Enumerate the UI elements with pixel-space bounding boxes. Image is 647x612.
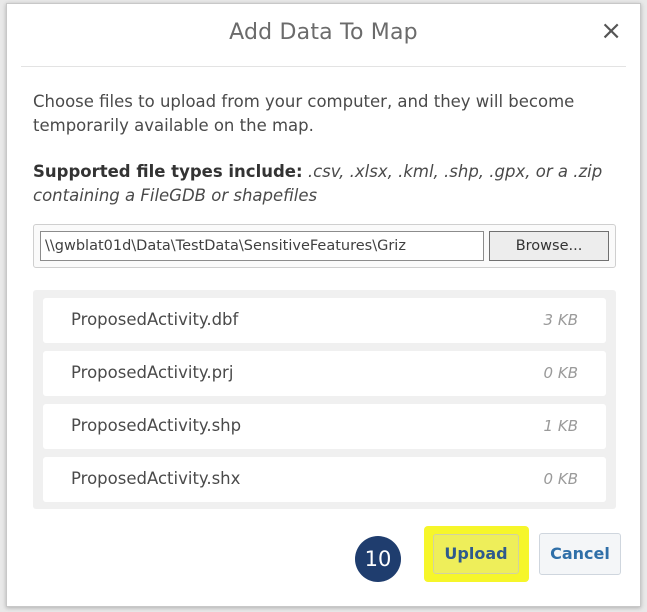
- file-list-item: ProposedActivity.dbf 3 KB: [43, 298, 606, 343]
- file-list-item: ProposedActivity.prj 0 KB: [43, 351, 606, 396]
- file-size: 0 KB: [543, 364, 578, 382]
- supported-types-label: Supported file types include:: [33, 162, 303, 181]
- file-name: ProposedActivity.dbf: [71, 310, 239, 329]
- close-icon[interactable]: ×: [600, 18, 622, 44]
- dialog-title: Add Data To Map: [229, 20, 418, 45]
- file-list-item: ProposedActivity.shx 0 KB: [43, 457, 606, 502]
- browse-button[interactable]: Browse...: [489, 231, 609, 261]
- file-size: 3 KB: [543, 311, 578, 329]
- step-number-badge: 10: [355, 536, 401, 582]
- supported-types-text: Supported file types include: .csv, .xls…: [33, 160, 603, 208]
- file-list-item: ProposedActivity.shp 1 KB: [43, 404, 606, 449]
- file-list: ProposedActivity.dbf 3 KB ProposedActivi…: [33, 290, 616, 509]
- file-size: 1 KB: [543, 417, 578, 435]
- file-input-row: \\gwblat01d\Data\TestData\SensitiveFeatu…: [33, 224, 616, 268]
- intro-text: Choose files to upload from your compute…: [33, 92, 575, 135]
- file-path-field[interactable]: \\gwblat01d\Data\TestData\SensitiveFeatu…: [40, 231, 484, 261]
- add-data-dialog: Add Data To Map × Choose files to upload…: [6, 3, 641, 607]
- file-name: ProposedActivity.shp: [71, 416, 242, 435]
- dialog-header: Add Data To Map ×: [21, 4, 626, 67]
- file-size: 0 KB: [543, 470, 578, 488]
- file-name: ProposedActivity.prj: [71, 363, 234, 382]
- upload-button[interactable]: Upload: [433, 534, 519, 574]
- cancel-button[interactable]: Cancel: [539, 533, 621, 575]
- upload-highlight: Upload: [424, 526, 529, 582]
- file-name: ProposedActivity.shx: [71, 469, 241, 488]
